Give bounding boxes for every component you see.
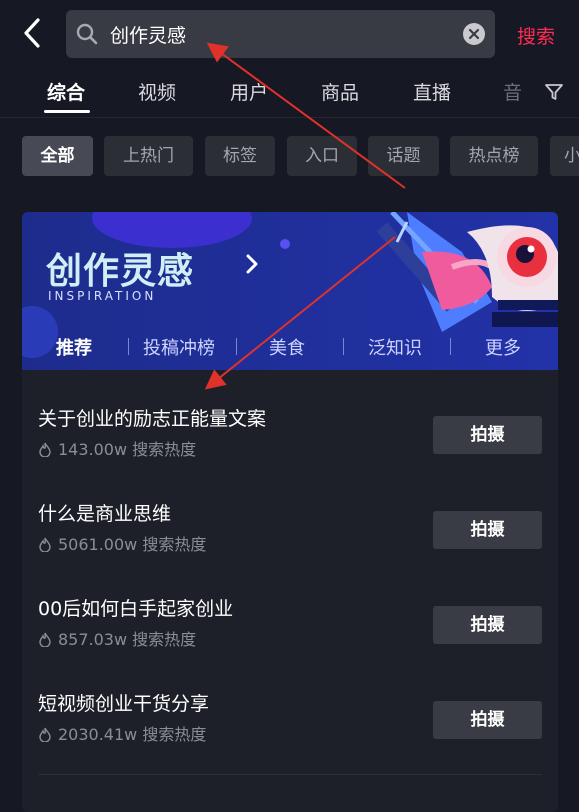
chip-partial[interactable]: 小 bbox=[550, 136, 579, 176]
list-item[interactable]: 什么是商业思维 5061.00w 搜索热度 拍摄 bbox=[22, 499, 558, 579]
chip-hot-list[interactable]: 热点榜 bbox=[450, 136, 538, 176]
tab-separator bbox=[343, 338, 344, 355]
inspiration-banner[interactable]: 创作灵感 INSPIRATION 推荐 投稿冲榜 美食 泛知识 更多 bbox=[22, 212, 558, 370]
flame-icon bbox=[39, 442, 51, 457]
inspiration-tab-more[interactable]: 更多 bbox=[485, 334, 521, 360]
inspiration-tab-food[interactable]: 美食 bbox=[269, 334, 305, 360]
list-item[interactable]: 关于创业的励志正能量文案 143.00w 搜索热度 拍摄 bbox=[22, 404, 558, 484]
inspiration-tab-recommend[interactable]: 推荐 bbox=[56, 334, 92, 360]
tabs-divider bbox=[0, 117, 579, 118]
inspiration-card: 创作灵感 INSPIRATION 推荐 投稿冲榜 美食 泛知识 更多 关于创业的… bbox=[22, 212, 558, 812]
result-tabs: 综合 视频 用户 商品 直播 音 bbox=[0, 70, 579, 114]
item-title: 00后如何白手起家创业 bbox=[38, 598, 234, 620]
item-heat-text: 5061.00w 搜索热度 bbox=[58, 535, 207, 554]
back-arrow-icon[interactable] bbox=[18, 16, 48, 50]
shoot-button[interactable]: 拍摄 bbox=[433, 511, 542, 549]
inspiration-tab-ranking[interactable]: 投稿冲榜 bbox=[143, 334, 215, 360]
search-icon bbox=[76, 23, 98, 45]
item-heat: 5061.00w 搜索热度 bbox=[38, 531, 206, 555]
inspiration-tab-knowledge[interactable]: 泛知识 bbox=[368, 334, 422, 360]
search-button[interactable]: 搜索 bbox=[517, 22, 555, 49]
flame-icon bbox=[39, 537, 51, 552]
item-title: 关于创业的励志正能量文案 bbox=[38, 408, 267, 430]
chip-trending[interactable]: 上热门 bbox=[104, 136, 193, 176]
item-title: 短视频创业干货分享 bbox=[38, 693, 210, 715]
item-heat: 857.03w 搜索热度 bbox=[38, 626, 196, 650]
list-item[interactable]: 00后如何白手起家创业 857.03w 搜索热度 拍摄 bbox=[22, 594, 558, 674]
tab-video[interactable]: 视频 bbox=[138, 78, 176, 105]
chip-topics[interactable]: 话题 bbox=[368, 136, 439, 176]
filter-chips: 全部 上热门 标签 入口 话题 热点榜 小 bbox=[0, 136, 579, 176]
tab-live[interactable]: 直播 bbox=[413, 78, 451, 105]
search-input[interactable] bbox=[110, 19, 450, 49]
tab-separator bbox=[236, 338, 237, 355]
clear-icon[interactable] bbox=[463, 23, 485, 45]
item-heat-text: 2030.41w 搜索热度 bbox=[58, 725, 207, 744]
inspiration-tabs: 推荐 投稿冲榜 美食 泛知识 更多 bbox=[22, 330, 558, 364]
tab-products[interactable]: 商品 bbox=[321, 78, 359, 105]
tab-all[interactable]: 综合 bbox=[47, 78, 85, 105]
shoot-button[interactable]: 拍摄 bbox=[433, 416, 542, 454]
list-divider bbox=[38, 774, 542, 775]
shoot-button[interactable]: 拍摄 bbox=[433, 701, 542, 739]
filter-icon[interactable] bbox=[544, 82, 564, 102]
chip-all[interactable]: 全部 bbox=[22, 136, 93, 176]
item-heat-text: 857.03w 搜索热度 bbox=[58, 630, 197, 649]
search-box[interactable] bbox=[66, 10, 495, 58]
chevron-right-icon[interactable] bbox=[244, 252, 260, 276]
flame-icon bbox=[39, 632, 51, 647]
tab-separator bbox=[450, 338, 451, 355]
tab-separator bbox=[128, 338, 129, 355]
active-tab-indicator bbox=[44, 110, 90, 113]
shoot-button[interactable]: 拍摄 bbox=[433, 606, 542, 644]
list-item[interactable]: 短视频创业干货分享 2030.41w 搜索热度 拍摄 bbox=[22, 689, 558, 769]
item-heat-text: 143.00w 搜索热度 bbox=[58, 440, 197, 459]
banner-subtitle: INSPIRATION bbox=[48, 289, 157, 303]
flame-icon bbox=[39, 727, 51, 742]
top-bar: 搜索 bbox=[0, 0, 579, 68]
tab-music-partial[interactable]: 音 bbox=[503, 78, 522, 105]
item-heat: 2030.41w 搜索热度 bbox=[38, 721, 206, 745]
item-heat: 143.00w 搜索热度 bbox=[38, 436, 196, 460]
chip-entry[interactable]: 入口 bbox=[287, 136, 357, 176]
item-title: 什么是商业思维 bbox=[38, 503, 172, 525]
banner-title: 创作灵感 bbox=[46, 251, 195, 292]
chip-tags[interactable]: 标签 bbox=[205, 136, 275, 176]
tab-users[interactable]: 用户 bbox=[230, 78, 268, 105]
